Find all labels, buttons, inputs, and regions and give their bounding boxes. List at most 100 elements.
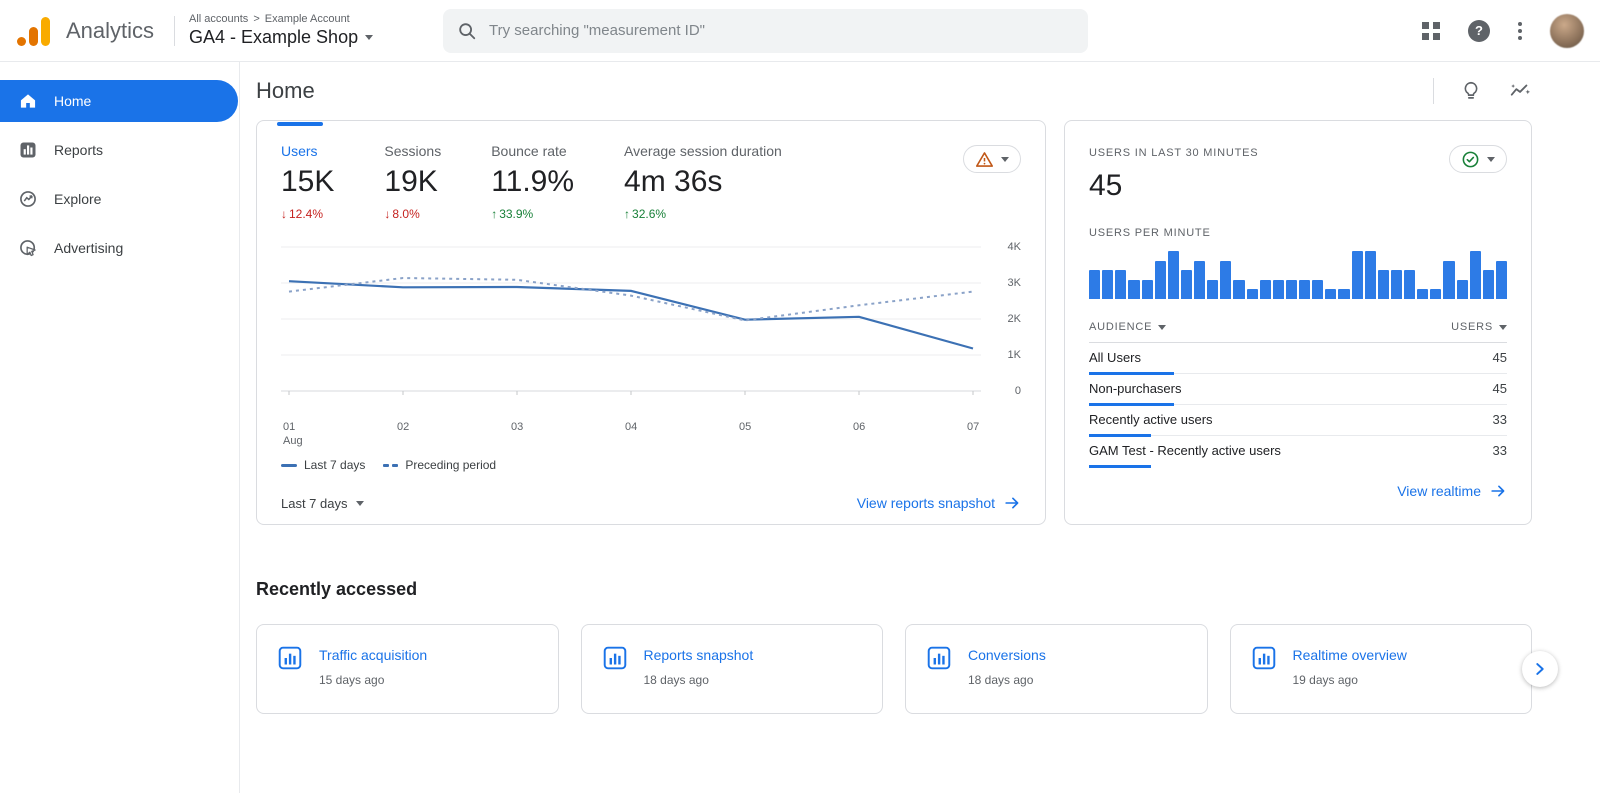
check-circle-icon (1461, 150, 1480, 169)
x-axis-label: 03 (511, 420, 523, 434)
x-axis-label: 07 (967, 420, 979, 434)
x-axis-label: 05 (739, 420, 751, 434)
users-per-minute-bar (1142, 280, 1153, 299)
home-icon (18, 91, 38, 111)
sidebar-item-label: Explore (54, 191, 101, 207)
delta-arrow-icon: ↑ (624, 207, 630, 221)
report-chart-icon (602, 645, 628, 671)
metric-users[interactable]: Users 15K ↓12.4% (281, 143, 334, 221)
metric-avg-session-duration[interactable]: Average session duration 4m 36s ↑32.6% (624, 143, 782, 221)
users-per-minute-bar (1207, 280, 1218, 299)
insights-lightbulb-icon[interactable] (1460, 80, 1482, 102)
account-switcher[interactable]: All accounts > Example Account GA4 - Exa… (189, 13, 419, 48)
users-per-minute-bar (1115, 270, 1126, 299)
report-chart-icon (926, 645, 952, 671)
search-bar[interactable] (443, 9, 1088, 53)
view-realtime-link[interactable]: View realtime (1397, 482, 1507, 500)
metric-label: Users (281, 143, 334, 159)
users-column-sort[interactable]: USERS (1451, 321, 1507, 333)
recent-card-traffic-acquisition[interactable]: Traffic acquisition15 days ago (256, 624, 559, 714)
avatar[interactable] (1550, 14, 1584, 48)
recent-card-title: Conversions (968, 645, 1046, 665)
realtime-card: USERS IN LAST 30 MINUTES 45 USERS PER MI… (1064, 120, 1532, 525)
audience-name: Recently active users (1089, 412, 1213, 427)
metric-delta: ↓12.4% (281, 207, 334, 221)
legend-label: Last 7 days (304, 458, 365, 472)
audience-row: Non-purchasers45 (1089, 374, 1507, 405)
audience-row: All Users45 (1089, 343, 1507, 374)
data-quality-dropdown[interactable] (963, 145, 1021, 173)
sidebar-item-label: Advertising (54, 240, 123, 256)
audience-name: GAM Test - Recently active users (1089, 443, 1281, 458)
metric-sessions[interactable]: Sessions 19K ↓8.0% (384, 143, 441, 221)
users-per-minute-bar (1496, 261, 1507, 299)
explore-icon (18, 189, 38, 209)
x-axis-label: 01Aug (283, 420, 303, 448)
y-axis-label: 1K (1008, 349, 1021, 361)
sidebar-item-label: Home (54, 93, 91, 109)
x-axis: 01Aug020304050607 (281, 418, 981, 450)
users-per-minute-bar (1181, 270, 1192, 299)
more-vertical-icon[interactable] (1518, 22, 1522, 40)
users-per-minute-label: USERS PER MINUTE (1089, 227, 1507, 239)
sidebar-item-label: Reports (54, 142, 103, 158)
metric-delta: ↑32.6% (624, 207, 782, 221)
search-input[interactable] (489, 22, 1074, 39)
users-per-minute-bar (1273, 280, 1284, 299)
advertising-icon (18, 238, 38, 258)
metric-delta: ↓8.0% (384, 207, 441, 221)
users-per-minute-bar (1483, 270, 1494, 299)
analytics-logo[interactable]: Analytics (16, 16, 174, 46)
users-per-minute-bar (1417, 289, 1428, 299)
product-name: Analytics (66, 18, 154, 44)
recent-card-realtime-overview[interactable]: Realtime overview19 days ago (1230, 624, 1533, 714)
line-chart (281, 235, 981, 413)
legend-last-7-days: Last 7 days (281, 458, 365, 472)
warning-triangle-icon (975, 151, 994, 168)
legend-dashed-swatch (383, 464, 398, 467)
recent-card-conversions[interactable]: Conversions18 days ago (905, 624, 1208, 714)
analytics-intelligence-icon[interactable] (1508, 80, 1532, 102)
audience-column-sort[interactable]: AUDIENCE (1089, 321, 1166, 333)
audience-table-body: All Users45Non-purchasers45 Recently acti… (1089, 343, 1507, 466)
legend-preceding-period: Preceding period (383, 458, 496, 472)
view-reports-snapshot-link[interactable]: View reports snapshot (857, 494, 1021, 512)
tools-divider (1433, 78, 1434, 104)
sidebar-item-home[interactable]: Home (0, 80, 238, 122)
recently-accessed-row: Traffic acquisition15 days ago Reports s… (256, 624, 1532, 714)
users-per-minute-bar (1391, 270, 1402, 299)
help-icon[interactable]: ? (1468, 20, 1490, 42)
breadcrumb-account: Example Account (265, 13, 350, 25)
x-axis-label: 06 (853, 420, 865, 434)
reports-icon (18, 140, 38, 160)
realtime-status-dropdown[interactable] (1449, 145, 1507, 173)
recent-card-reports-snapshot[interactable]: Reports snapshot18 days ago (581, 624, 884, 714)
breadcrumb-separator: > (253, 13, 259, 25)
sidebar: Home Reports Explore Advertising (0, 62, 240, 793)
users-per-minute-bar (1194, 261, 1205, 299)
sidebar-item-advertising[interactable]: Advertising (0, 227, 239, 269)
delta-value: 12.4% (289, 207, 323, 221)
audience-row: GAM Test - Recently active users33 (1089, 436, 1507, 466)
realtime-users-label: USERS IN LAST 30 MINUTES (1089, 147, 1507, 159)
metric-label: Average session duration (624, 143, 782, 159)
audience-users-value: 33 (1493, 412, 1507, 427)
metric-bounce-rate[interactable]: Bounce rate 11.9% ↑33.9% (491, 143, 574, 221)
help-glyph: ? (1475, 23, 1483, 38)
apps-grid-icon[interactable] (1422, 22, 1440, 40)
metric-value: 15K (281, 165, 334, 199)
legend-solid-swatch (281, 464, 297, 467)
arrow-right-icon (1489, 482, 1507, 500)
y-axis-label: 4K (1008, 241, 1021, 253)
users-per-minute-bar (1352, 251, 1363, 299)
sidebar-item-reports[interactable]: Reports (0, 129, 239, 171)
sidebar-item-explore[interactable]: Explore (0, 178, 239, 220)
date-range-selector[interactable]: Last 7 days (281, 496, 364, 511)
users-per-minute-bar (1260, 280, 1271, 299)
chevron-down-icon (1158, 325, 1166, 330)
audience-name: All Users (1089, 350, 1141, 365)
metric-delta: ↑33.9% (491, 207, 574, 221)
carousel-next-button[interactable] (1522, 651, 1558, 687)
users-per-minute-bar (1470, 251, 1481, 299)
search-icon (457, 21, 477, 41)
